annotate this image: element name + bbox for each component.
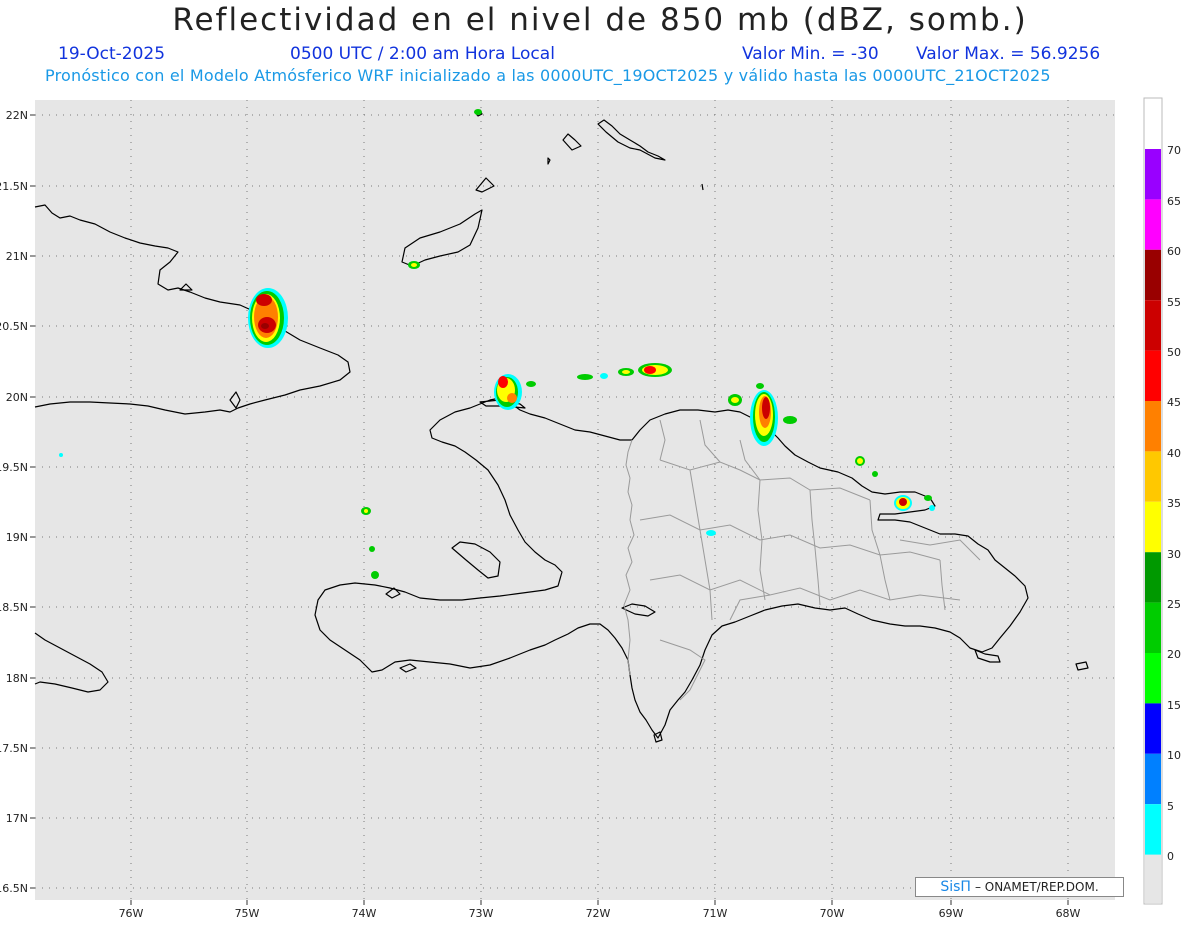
colorbar-segment xyxy=(1145,501,1161,553)
colorbar-segment xyxy=(1145,350,1161,401)
storm-cell-small xyxy=(369,546,375,552)
lat-label: 20N xyxy=(6,391,28,404)
colorbar-tick: 55 xyxy=(1167,296,1181,309)
storm-cell-small xyxy=(59,453,63,457)
lat-label: 17N xyxy=(6,812,28,825)
lon-label: 71W xyxy=(703,907,728,920)
lat-label: 21N xyxy=(6,250,28,263)
lon-label: 68W xyxy=(1056,907,1081,920)
colorbar-segment xyxy=(1145,703,1161,754)
longitude-labels: 76W 75W 74W 73W 72W 71W 70W 69W 68W xyxy=(119,907,1081,920)
storm-cell-small xyxy=(364,509,368,513)
storm-cell-small xyxy=(371,571,379,579)
colorbar-segment xyxy=(1145,653,1161,704)
lat-label: 21.5N xyxy=(0,180,28,193)
colorbar-labels: 70 65 60 55 50 45 40 35 30 25 20 15 10 5… xyxy=(1167,144,1181,863)
storm-cell-tortuga xyxy=(494,374,522,410)
colorbar-tick: 0 xyxy=(1167,850,1174,863)
lon-label: 72W xyxy=(586,907,611,920)
sis-logo-text: SisΠ xyxy=(940,879,971,895)
storm-cell-small xyxy=(872,471,878,477)
lon-label: 70W xyxy=(820,907,845,920)
colorbar-segment xyxy=(1145,199,1161,250)
lat-label: 18.5N xyxy=(0,601,28,614)
colorbar-below-min xyxy=(1145,853,1161,903)
colorbar-tick: 15 xyxy=(1167,699,1181,712)
storm-cell-small xyxy=(706,530,716,536)
lat-label: 19N xyxy=(6,531,28,544)
storm-cell-dr-north xyxy=(750,390,778,446)
lon-label: 75W xyxy=(235,907,260,920)
lat-label: 17.5N xyxy=(0,742,28,755)
colorbar-tick: 10 xyxy=(1167,749,1181,762)
colorbar-tick: 20 xyxy=(1167,648,1181,661)
storm-cell-small xyxy=(526,381,536,387)
lon-label: 69W xyxy=(939,907,964,920)
latitude-labels: 22N 21.5N 21N 20.5N 20N 19.5N 19N 18.5N … xyxy=(0,109,28,895)
colorbar-segment xyxy=(1145,804,1161,855)
colorbar-segment xyxy=(1145,401,1161,452)
map-canvas: 22N 21.5N 21N 20.5N 20N 19.5N 19N 18.5N … xyxy=(0,97,1181,920)
colorbar-tick: 25 xyxy=(1167,598,1181,611)
lat-label: 22N xyxy=(6,109,28,122)
colorbar-segment xyxy=(1145,300,1161,351)
storm-cell-small xyxy=(783,416,797,424)
storm-cell-small xyxy=(474,109,482,115)
colorbar-segment xyxy=(1145,249,1161,301)
lat-label: 16.5N xyxy=(0,882,28,895)
lat-label: 19.5N xyxy=(0,461,28,474)
colorbar-segment xyxy=(1145,149,1161,200)
colorbar-segment xyxy=(1145,753,1161,805)
colorbar-tick: 70 xyxy=(1167,144,1181,157)
colorbar-segment xyxy=(1145,552,1161,603)
colorbar xyxy=(1143,97,1163,905)
storm-cell-small xyxy=(411,263,417,267)
colorbar-segment xyxy=(1145,451,1161,502)
colorbar-segment xyxy=(1145,602,1161,653)
storm-cell-small xyxy=(731,397,739,403)
lat-label: 18N xyxy=(6,672,28,685)
colorbar-tick: 40 xyxy=(1167,447,1181,460)
colorbar-tick: 60 xyxy=(1167,245,1181,258)
storm-cell-small xyxy=(857,458,863,464)
colorbar-tick: 35 xyxy=(1167,497,1181,510)
lon-label: 76W xyxy=(119,907,144,920)
storm-cell-cuba xyxy=(248,288,288,348)
colorbar-tick: 65 xyxy=(1167,195,1181,208)
colorbar-tick: 30 xyxy=(1167,548,1181,561)
lon-label: 74W xyxy=(352,907,377,920)
lon-label: 73W xyxy=(469,907,494,920)
colorbar-tick: 5 xyxy=(1167,800,1174,813)
credit-box: SisΠ – ONAMET/REP.DOM. xyxy=(915,877,1124,897)
map-area xyxy=(35,100,1115,900)
colorbar-tick: 50 xyxy=(1167,346,1181,359)
credit-org: – ONAMET/REP.DOM. xyxy=(974,880,1099,894)
colorbar-tick: 45 xyxy=(1167,396,1181,409)
lat-label: 20.5N xyxy=(0,320,28,333)
storm-cell-small xyxy=(756,383,764,389)
